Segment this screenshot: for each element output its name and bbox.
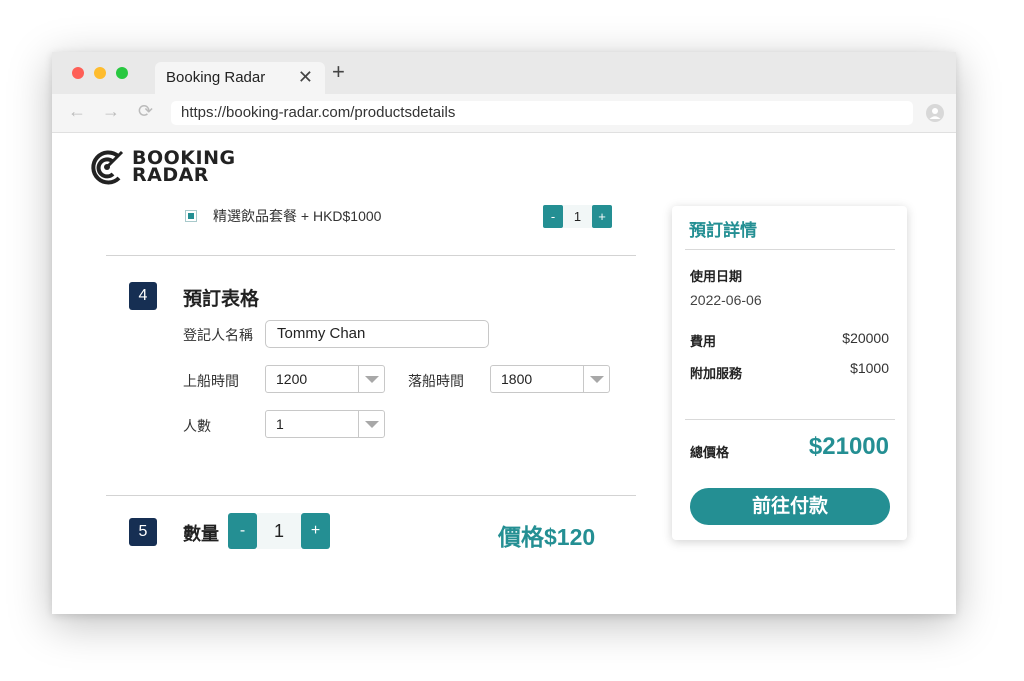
dropdown-arrow-icon xyxy=(583,366,609,392)
profile-icon[interactable] xyxy=(926,104,944,122)
close-icon[interactable]: ✕ xyxy=(298,67,313,88)
people-count-value: 1 xyxy=(276,416,284,432)
browser-window: Booking Radar ✕ + ← → ⟳ https://booking-… xyxy=(52,52,956,614)
boarding-time-value: 1200 xyxy=(276,371,308,387)
section-divider xyxy=(106,495,636,496)
price-label: 價格$120 xyxy=(498,524,596,550)
tab-title: Booking Radar xyxy=(166,69,266,86)
total-price-value: $21000 xyxy=(808,433,889,460)
quantity-increment-button[interactable]: + xyxy=(301,513,330,549)
usage-date-label: 使用日期 xyxy=(690,269,743,284)
step-4-badge: 4 xyxy=(129,282,157,310)
close-window-button[interactable] xyxy=(72,67,84,79)
back-arrow-icon[interactable]: ← xyxy=(68,101,86,121)
boarding-time-select[interactable]: 1200 xyxy=(265,365,385,393)
address-bar[interactable]: https://booking-radar.com/productsdetail… xyxy=(171,101,913,125)
quantity-decrement-button[interactable]: - xyxy=(228,513,257,549)
boarding-time-label: 上船時間 xyxy=(183,373,239,389)
fee-value: $20000 xyxy=(842,330,889,346)
fee-label: 費用 xyxy=(690,334,717,349)
tab-strip: Booking Radar ✕ + xyxy=(52,52,956,94)
people-count-select[interactable]: 1 xyxy=(265,410,385,438)
booking-radar-logo-icon xyxy=(91,150,124,185)
addon-decrement-button[interactable]: - xyxy=(543,205,563,228)
addon-label: 精選飲品套餐 + HKD$1000 xyxy=(213,208,382,224)
forward-arrow-icon[interactable]: → xyxy=(102,101,120,121)
summary-divider xyxy=(685,249,895,250)
addon-checkbox[interactable] xyxy=(185,210,197,222)
url-text: https://booking-radar.com/productsdetail… xyxy=(181,104,456,121)
usage-date-value: 2022-06-06 xyxy=(690,292,762,308)
maximize-window-button[interactable] xyxy=(116,67,128,79)
addon-service-label: 附加服務 xyxy=(690,366,743,381)
alighting-time-select[interactable]: 1800 xyxy=(490,365,610,393)
dropdown-arrow-icon xyxy=(358,411,384,437)
section-divider xyxy=(106,255,636,256)
page-content: BOOKING RADAR 精選飲品套餐 + HKD$1000 - 1 + 4 … xyxy=(52,133,956,614)
summary-divider xyxy=(685,419,895,420)
registrant-name-value: Tommy Chan xyxy=(277,325,366,342)
booking-form-title: 預訂表格 xyxy=(183,289,260,310)
registrant-label: 登記人名稱 xyxy=(183,327,253,343)
quantity-label: 數量 xyxy=(183,524,219,544)
alighting-time-label: 落船時間 xyxy=(408,373,464,389)
dropdown-arrow-icon xyxy=(358,366,384,392)
addon-quantity-value[interactable]: 1 xyxy=(563,205,592,228)
addon-service-value: $1000 xyxy=(850,360,889,376)
summary-title: 預訂詳情 xyxy=(689,221,757,240)
step-5-badge: 5 xyxy=(129,518,157,546)
plus-icon[interactable]: + xyxy=(332,61,345,83)
reload-icon[interactable]: ⟳ xyxy=(138,101,153,121)
registrant-name-input[interactable]: Tommy Chan xyxy=(265,320,489,348)
minimize-window-button[interactable] xyxy=(94,67,106,79)
browser-tab[interactable]: Booking Radar ✕ xyxy=(155,62,325,94)
total-price-label: 總價格 xyxy=(690,445,730,460)
brand-line2: RADAR xyxy=(132,164,209,186)
people-count-label: 人數 xyxy=(183,418,211,434)
quantity-value[interactable]: 1 xyxy=(257,513,301,549)
browser-toolbar: ← → ⟳ https://booking-radar.com/products… xyxy=(52,94,956,133)
alighting-time-value: 1800 xyxy=(501,371,533,387)
proceed-to-payment-button[interactable]: 前往付款 xyxy=(690,488,890,525)
brand-name: BOOKING RADAR xyxy=(132,149,236,186)
addon-increment-button[interactable]: + xyxy=(592,205,612,228)
booking-summary-card: 預訂詳情 使用日期 2022-06-06 費用 $20000 附加服務 $100… xyxy=(672,206,907,540)
